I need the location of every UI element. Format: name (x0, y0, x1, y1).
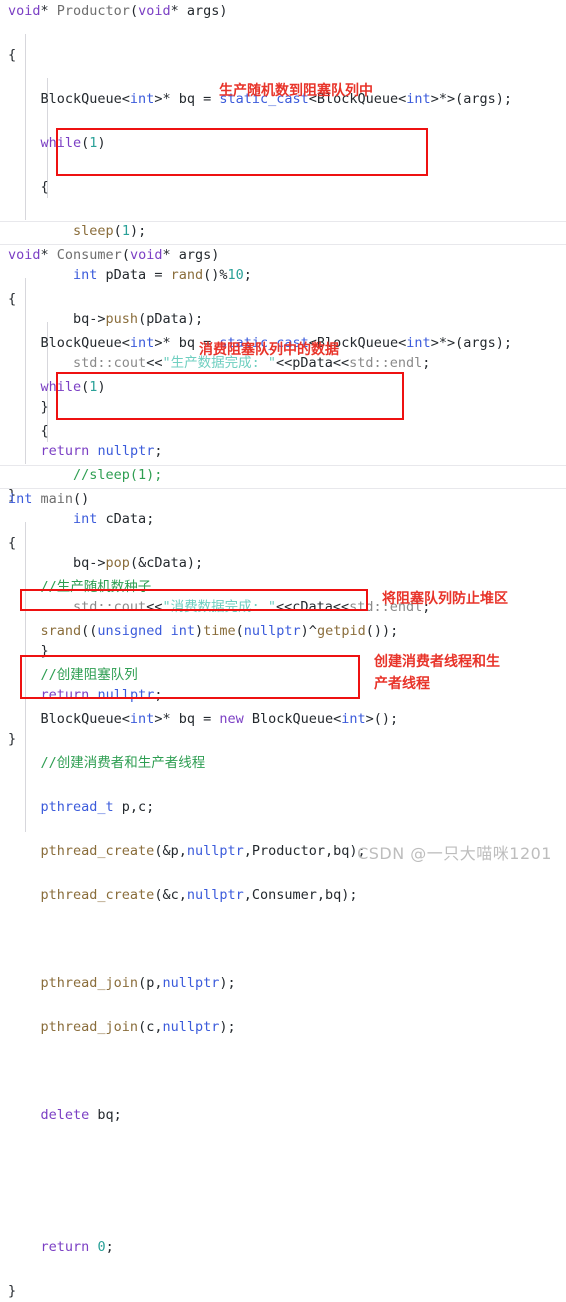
code-line: BlockQueue<int>* bq = new BlockQueue<int… (40, 711, 399, 727)
code-editor-canvas: void* Productor(void* args) { BlockQueue… (0, 0, 566, 1299)
code-block-producer: void* Productor(void* args) { BlockQueue… (0, 0, 566, 503)
code-line: { (8, 47, 17, 63)
code-line: delete bq; (40, 1107, 122, 1123)
code-line: void* Consumer(void* args) (8, 247, 220, 263)
code-line: return 0; (40, 1239, 114, 1255)
code-line: srand((unsigned int)time(nullptr)^getpid… (40, 623, 399, 639)
code-line: int main() (8, 491, 90, 507)
annot-create-threads-line1: 创建消费者线程和生 (374, 654, 500, 670)
code-line: } (8, 1283, 17, 1299)
annot-consume-queue: 消费阻塞队列中的数据 (199, 342, 339, 358)
code-line: while(1) (40, 135, 106, 151)
csdn-watermark: CSDN @一只大喵咪1201 (357, 844, 552, 863)
code-line: { (40, 423, 49, 439)
code-line: { (40, 179, 49, 195)
code-line: //sleep(1); (73, 467, 163, 483)
code-line: pthread_create(&c,nullptr,Consumer,bq); (40, 887, 358, 903)
annot-heap-queue: 将阻塞队列防止堆区 (382, 591, 508, 607)
code-line: { (8, 535, 17, 551)
code-line: while(1) (40, 379, 106, 395)
code-line: sleep(1); (73, 223, 147, 239)
code-line: pthread_join(c,nullptr); (40, 1019, 236, 1035)
code-line: pthread_t p,c; (40, 799, 155, 815)
annot-produce-random: 生产随机数到阻塞队列中 (219, 83, 373, 99)
code-line: { (8, 291, 17, 307)
code-line: pthread_join(p,nullptr); (40, 975, 236, 991)
annot-create-threads-line2: 产者线程 (374, 676, 430, 692)
code-line: //创建消费者和生产者线程 (40, 755, 206, 771)
code-line: void* Productor(void* args) (8, 3, 228, 19)
code-block-consumer: void* Consumer(void* args) { BlockQueue<… (0, 244, 566, 747)
